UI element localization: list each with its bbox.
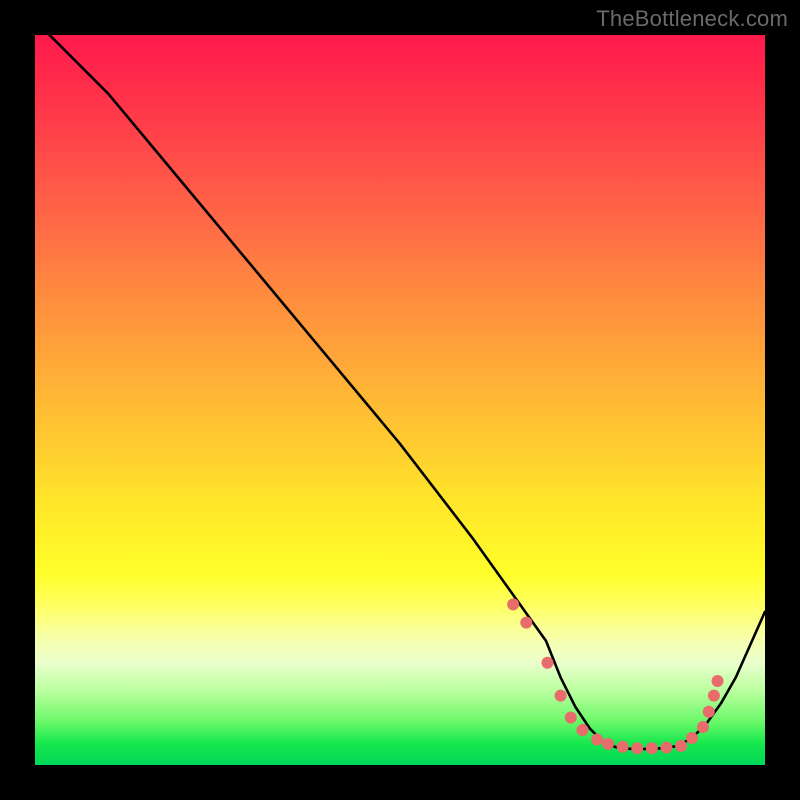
curve-marker bbox=[602, 738, 614, 750]
curve-layer bbox=[35, 35, 765, 765]
bottleneck-curve bbox=[35, 35, 765, 749]
curve-marker bbox=[686, 732, 698, 744]
curve-marker bbox=[577, 724, 589, 736]
curve-marker bbox=[520, 617, 532, 629]
curve-marker bbox=[591, 733, 603, 745]
chart-stage: TheBottleneck.com bbox=[0, 0, 800, 800]
curve-marker bbox=[631, 742, 643, 754]
curve-marker bbox=[708, 690, 720, 702]
curve-marker bbox=[541, 657, 553, 669]
curve-marker bbox=[660, 741, 672, 753]
curve-marker bbox=[703, 706, 715, 718]
curve-marker bbox=[565, 712, 577, 724]
curve-markers bbox=[507, 598, 723, 754]
plot-area bbox=[35, 35, 765, 765]
curve-marker bbox=[555, 690, 567, 702]
curve-marker bbox=[507, 598, 519, 610]
curve-marker bbox=[697, 721, 709, 733]
curve-marker bbox=[712, 675, 724, 687]
curve-marker bbox=[675, 740, 687, 752]
watermark-text: TheBottleneck.com bbox=[596, 6, 788, 32]
curve-marker bbox=[617, 741, 629, 753]
curve-marker bbox=[646, 742, 658, 754]
